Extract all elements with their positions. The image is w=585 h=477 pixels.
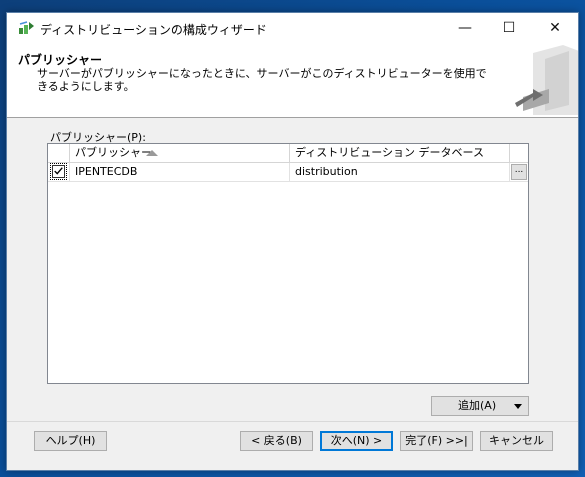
footer-divider: [7, 421, 578, 422]
page-title: パブリッシャー: [18, 53, 103, 67]
column-header-extra: [510, 144, 528, 162]
wizard-content: パブリッシャー(P): パブリッシャー ディストリビューション データベース I…: [7, 118, 578, 418]
server-graphic-icon: [515, 45, 578, 115]
add-publisher-button[interactable]: 追加(A): [431, 396, 529, 416]
dropdown-arrow-icon: [514, 404, 522, 409]
next-button[interactable]: 次へ(N) >: [320, 431, 393, 451]
help-button[interactable]: ヘルプ(H): [34, 431, 107, 451]
wizard-window: ディストリビューションの構成ウィザード — ☐ ✕ パブリッシャー サーバーがパ…: [6, 12, 579, 471]
sort-ascending-icon: [146, 150, 158, 156]
column-header-publisher-label: パブリッシャー: [75, 146, 152, 159]
row-database-cell: distribution: [290, 163, 510, 181]
grid-header: パブリッシャー ディストリビューション データベース: [48, 144, 528, 163]
add-button-label: 追加(A): [458, 399, 497, 412]
publisher-checkbox[interactable]: [50, 163, 67, 180]
publishers-grid[interactable]: パブリッシャー ディストリビューション データベース IPENTECDB dis…: [47, 143, 529, 384]
window-title: ディストリビューションの構成ウィザード: [40, 23, 267, 37]
finish-button[interactable]: 完了(F) >>|: [400, 431, 473, 451]
column-header-database-label: ディストリビューション データベース: [295, 146, 484, 159]
page-description: サーバーがパブリッシャーになったときに、サーバーがこのディストリビューターを使用…: [37, 67, 487, 93]
wizard-app-icon: [19, 21, 34, 34]
title-bar[interactable]: ディストリビューションの構成ウィザード — ☐ ✕: [7, 13, 578, 43]
column-header-publisher[interactable]: パブリッシャー: [70, 144, 290, 162]
table-row[interactable]: IPENTECDB distribution ...: [48, 163, 528, 182]
back-button[interactable]: < 戻る(B): [240, 431, 313, 451]
wizard-header: パブリッシャー サーバーがパブリッシャーになったときに、サーバーがこのディストリ…: [7, 43, 578, 118]
publisher-properties-button[interactable]: ...: [511, 164, 527, 180]
cancel-button[interactable]: キャンセル: [480, 431, 553, 451]
row-publisher-cell: IPENTECDB: [70, 163, 290, 181]
close-icon[interactable]: ✕: [533, 13, 577, 43]
maximize-icon[interactable]: ☐: [487, 13, 531, 43]
minimize-icon[interactable]: —: [443, 13, 487, 43]
column-header-check[interactable]: [48, 144, 70, 162]
column-header-database[interactable]: ディストリビューション データベース: [290, 144, 510, 162]
row-check-cell: [48, 163, 70, 181]
